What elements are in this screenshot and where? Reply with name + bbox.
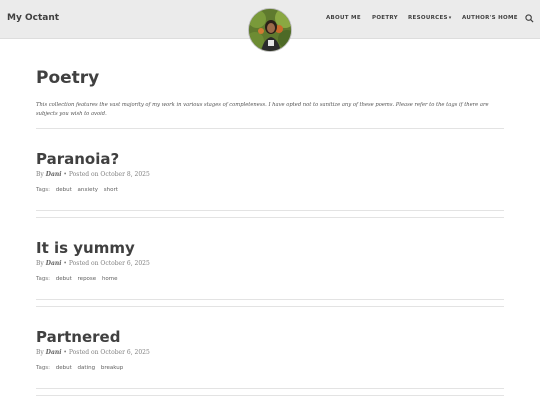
post-title-link[interactable]: Paranoia? (36, 150, 119, 168)
tag-link[interactable]: breakup (101, 365, 123, 371)
tag-link[interactable]: short (104, 187, 118, 193)
nav-link-resources-label: RESOURCES (408, 15, 448, 21)
profile-photo-image (249, 9, 291, 51)
post-date: • Posted on October 8, 2025 (63, 171, 150, 178)
post-title-link[interactable]: Partnered (36, 328, 120, 346)
post-title-link[interactable]: It is yummy (36, 239, 135, 257)
post-tags: Tags: debut anxiety short (36, 187, 118, 193)
tag-link[interactable]: debut (56, 187, 72, 193)
tag-link[interactable]: repose (78, 276, 97, 282)
tag-link[interactable]: anxiety (78, 187, 98, 193)
tags-label: Tags: (36, 187, 51, 193)
page-description: This collection features the vast majori… (36, 102, 489, 117)
post-tags: Tags: debut repose home (36, 276, 118, 282)
divider (36, 306, 504, 307)
page-title: Poetry (36, 68, 100, 88)
tag-link[interactable]: home (102, 276, 118, 282)
post-author: Dani (45, 171, 62, 178)
post-by-label: By (36, 260, 44, 267)
divider (36, 299, 504, 300)
nav-link-about-me[interactable]: ABOUT ME (326, 15, 361, 21)
post-date: • Posted on October 6, 2025 (63, 260, 150, 267)
post-by-label: By (36, 349, 44, 356)
tags-label: Tags: (36, 365, 51, 371)
nav-link-poetry[interactable]: POETRY (372, 15, 398, 21)
divider (36, 217, 504, 218)
nav-link-authors-home[interactable]: AUTHOR'S HOME (462, 15, 518, 21)
post-tags: Tags: debut dating breakup (36, 365, 123, 371)
tag-link[interactable]: debut (56, 276, 72, 282)
post-author: Dani (45, 260, 62, 267)
post-meta: By Dani • Posted on October 6, 2025 (36, 260, 150, 267)
divider (36, 395, 504, 396)
divider (36, 128, 504, 129)
caret-down-icon: ▾ (448, 15, 452, 21)
post-meta: By Dani • Posted on October 8, 2025 (36, 171, 150, 178)
avatar[interactable] (248, 8, 292, 52)
post-meta: By Dani • Posted on October 6, 2025 (36, 349, 150, 356)
post-by-label: By (36, 171, 44, 178)
divider (36, 210, 504, 211)
tags-label: Tags: (36, 276, 51, 282)
divider (36, 388, 504, 389)
site-brand-link[interactable]: My Octant (7, 13, 59, 23)
search-icon[interactable] (525, 14, 534, 23)
nav-link-resources[interactable]: RESOURCES▾ (408, 15, 452, 21)
tag-link[interactable]: dating (78, 365, 96, 371)
tag-link[interactable]: debut (56, 365, 72, 371)
post-date: • Posted on October 6, 2025 (63, 349, 150, 356)
post-author: Dani (45, 349, 62, 356)
